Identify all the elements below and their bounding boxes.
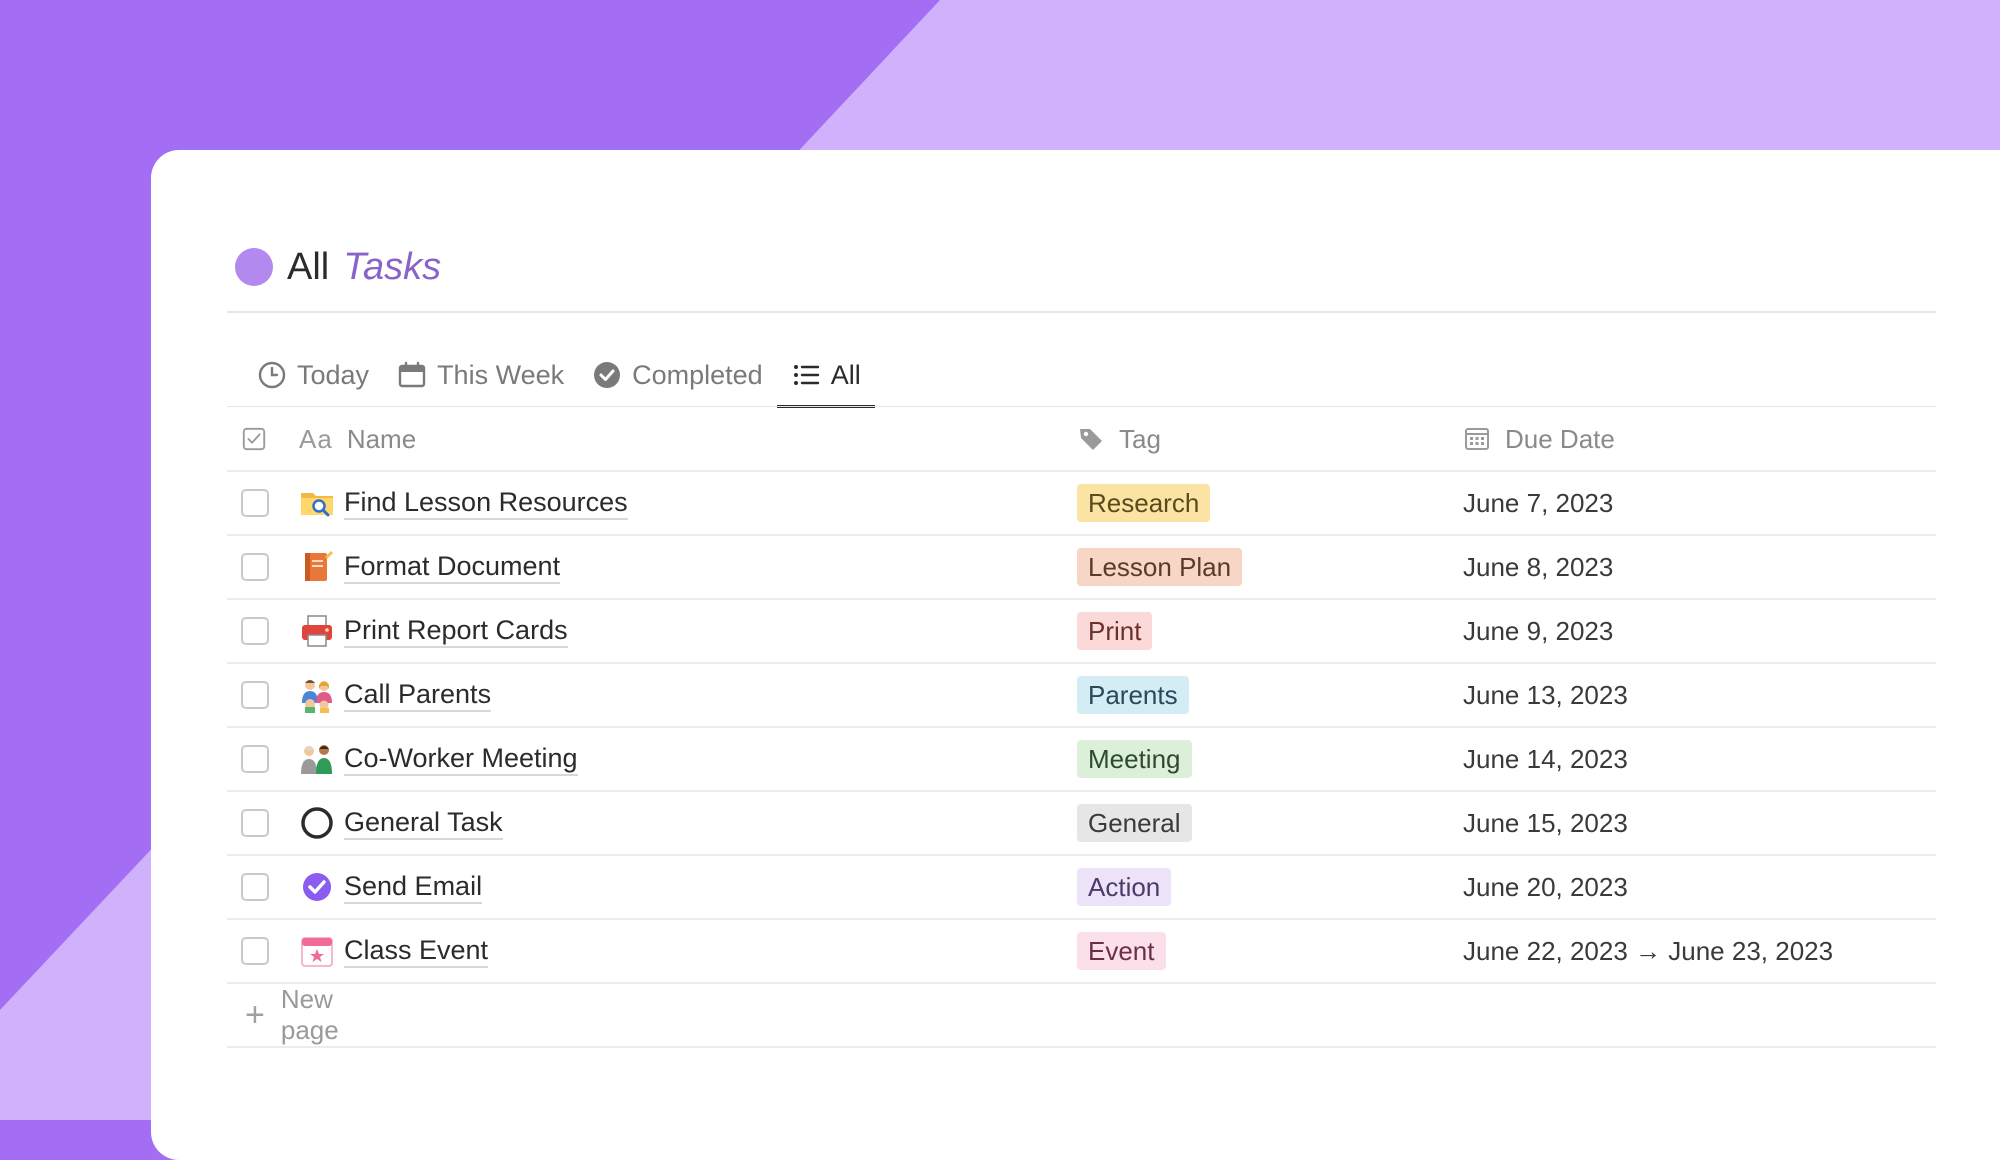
table-header: Aa Name Tag Due Date bbox=[227, 408, 1936, 472]
tab-today[interactable]: Today bbox=[243, 346, 383, 404]
text-property-icon: Aa bbox=[299, 423, 333, 454]
tab-label: Today bbox=[297, 359, 370, 390]
tabs-divider bbox=[227, 406, 1936, 407]
tab-completed[interactable]: Completed bbox=[578, 346, 777, 404]
task-name[interactable]: Call Parents bbox=[344, 678, 492, 712]
task-checkbox[interactable] bbox=[241, 681, 269, 709]
list-icon bbox=[793, 365, 819, 385]
tab-label: Completed bbox=[632, 359, 763, 390]
due-date[interactable]: June 8, 2023 bbox=[1463, 552, 1613, 583]
table-row[interactable]: Format Document Lesson Plan June 8, 2023 bbox=[227, 536, 1936, 600]
tab-label: This Week bbox=[437, 359, 565, 390]
task-name[interactable]: Class Event bbox=[344, 934, 489, 968]
tasks-card: All Tasks Today This Week Completed All … bbox=[151, 150, 2000, 1160]
table-row[interactable]: Find Lesson Resources Research June 7, 2… bbox=[227, 472, 1936, 536]
table-row[interactable]: Co-Worker Meeting Meeting June 14, 2023 bbox=[227, 728, 1936, 792]
tag-badge[interactable]: General bbox=[1077, 804, 1192, 842]
circle-outline-icon bbox=[301, 807, 333, 839]
task-name[interactable]: Format Document bbox=[344, 550, 561, 584]
due-date[interactable]: June 15, 2023 bbox=[1463, 808, 1628, 839]
table-row[interactable]: General Task General June 15, 2023 bbox=[227, 792, 1936, 856]
task-name[interactable]: Print Report Cards bbox=[344, 614, 568, 648]
due-date[interactable]: June 13, 2023 bbox=[1463, 680, 1628, 711]
coworkers-icon bbox=[301, 745, 332, 774]
tag-icon bbox=[1080, 429, 1102, 450]
title-accent: Tasks bbox=[343, 245, 442, 288]
plus-icon: + bbox=[245, 995, 265, 1034]
calendar-grid-icon bbox=[1465, 428, 1489, 450]
clock-icon bbox=[258, 361, 286, 389]
column-header-name[interactable]: Aa Name bbox=[299, 408, 416, 470]
purple-check-icon bbox=[303, 873, 331, 901]
parents-icon bbox=[302, 680, 332, 713]
column-header-tag[interactable]: Tag bbox=[1077, 408, 1161, 470]
due-date[interactable]: June 20, 2023 bbox=[1463, 872, 1628, 903]
task-checkbox[interactable] bbox=[241, 617, 269, 645]
task-checkbox[interactable] bbox=[241, 745, 269, 773]
table-row[interactable]: Print Report Cards Print June 9, 2023 bbox=[227, 600, 1936, 664]
new-page-row[interactable]: + New page bbox=[227, 984, 1936, 1048]
column-header-due-date[interactable]: Due Date bbox=[1463, 408, 1615, 470]
folder-search-icon bbox=[301, 493, 333, 517]
tag-badge[interactable]: Parents bbox=[1077, 676, 1189, 714]
tag-badge[interactable]: Action bbox=[1077, 868, 1172, 906]
column-label: Tag bbox=[1119, 423, 1161, 454]
title-plain: All bbox=[287, 245, 330, 288]
tag-badge[interactable]: Meeting bbox=[1077, 740, 1192, 778]
task-checkbox[interactable] bbox=[241, 937, 269, 965]
due-date[interactable]: June 7, 2023 bbox=[1463, 488, 1613, 519]
task-checkbox[interactable] bbox=[241, 553, 269, 581]
printer-icon bbox=[302, 615, 332, 647]
task-checkbox[interactable] bbox=[241, 873, 269, 901]
column-label: Due Date bbox=[1505, 423, 1615, 454]
tab-this-week[interactable]: This Week bbox=[383, 346, 578, 404]
view-tabs: Today This Week Completed All bbox=[243, 346, 875, 408]
calendar-icon bbox=[398, 361, 426, 388]
table-row[interactable]: Send Email Action June 20, 2023 bbox=[227, 856, 1936, 920]
tag-badge[interactable]: Research bbox=[1077, 484, 1211, 522]
title-divider bbox=[227, 311, 1936, 313]
tag-badge[interactable]: Event bbox=[1077, 932, 1166, 970]
calendar-star-icon bbox=[301, 937, 333, 967]
task-checkbox[interactable] bbox=[241, 809, 269, 837]
task-name[interactable]: Send Email bbox=[344, 870, 483, 904]
tasks-table: Aa Name Tag Due Date Find Lesson Resourc… bbox=[227, 408, 1936, 1048]
tag-badge[interactable]: Lesson Plan bbox=[1077, 548, 1243, 586]
purple-dot-icon bbox=[235, 248, 273, 286]
tab-all[interactable]: All bbox=[776, 346, 875, 408]
page-title: All Tasks bbox=[235, 242, 441, 292]
table-row[interactable]: Class Event Event June 22, 2023 → June 2… bbox=[227, 920, 1936, 984]
tag-badge[interactable]: Print bbox=[1077, 612, 1153, 650]
new-page-label: New page bbox=[280, 984, 339, 1045]
due-date[interactable]: June 22, 2023 → June 23, 2023 bbox=[1463, 936, 1833, 967]
checkbox-column-icon[interactable] bbox=[241, 425, 267, 453]
notebook-icon bbox=[305, 551, 333, 581]
task-name[interactable]: General Task bbox=[344, 806, 503, 840]
due-date[interactable]: June 9, 2023 bbox=[1463, 616, 1613, 647]
task-name[interactable]: Co-Worker Meeting bbox=[344, 742, 578, 776]
check-circle-icon bbox=[594, 362, 621, 388]
task-name[interactable]: Find Lesson Resources bbox=[344, 486, 628, 520]
table-row[interactable]: Call Parents Parents June 13, 2023 bbox=[227, 664, 1936, 728]
column-label: Name bbox=[346, 423, 417, 454]
tab-label: All bbox=[830, 359, 861, 390]
task-checkbox[interactable] bbox=[241, 489, 269, 517]
due-date[interactable]: June 14, 2023 bbox=[1463, 744, 1628, 775]
